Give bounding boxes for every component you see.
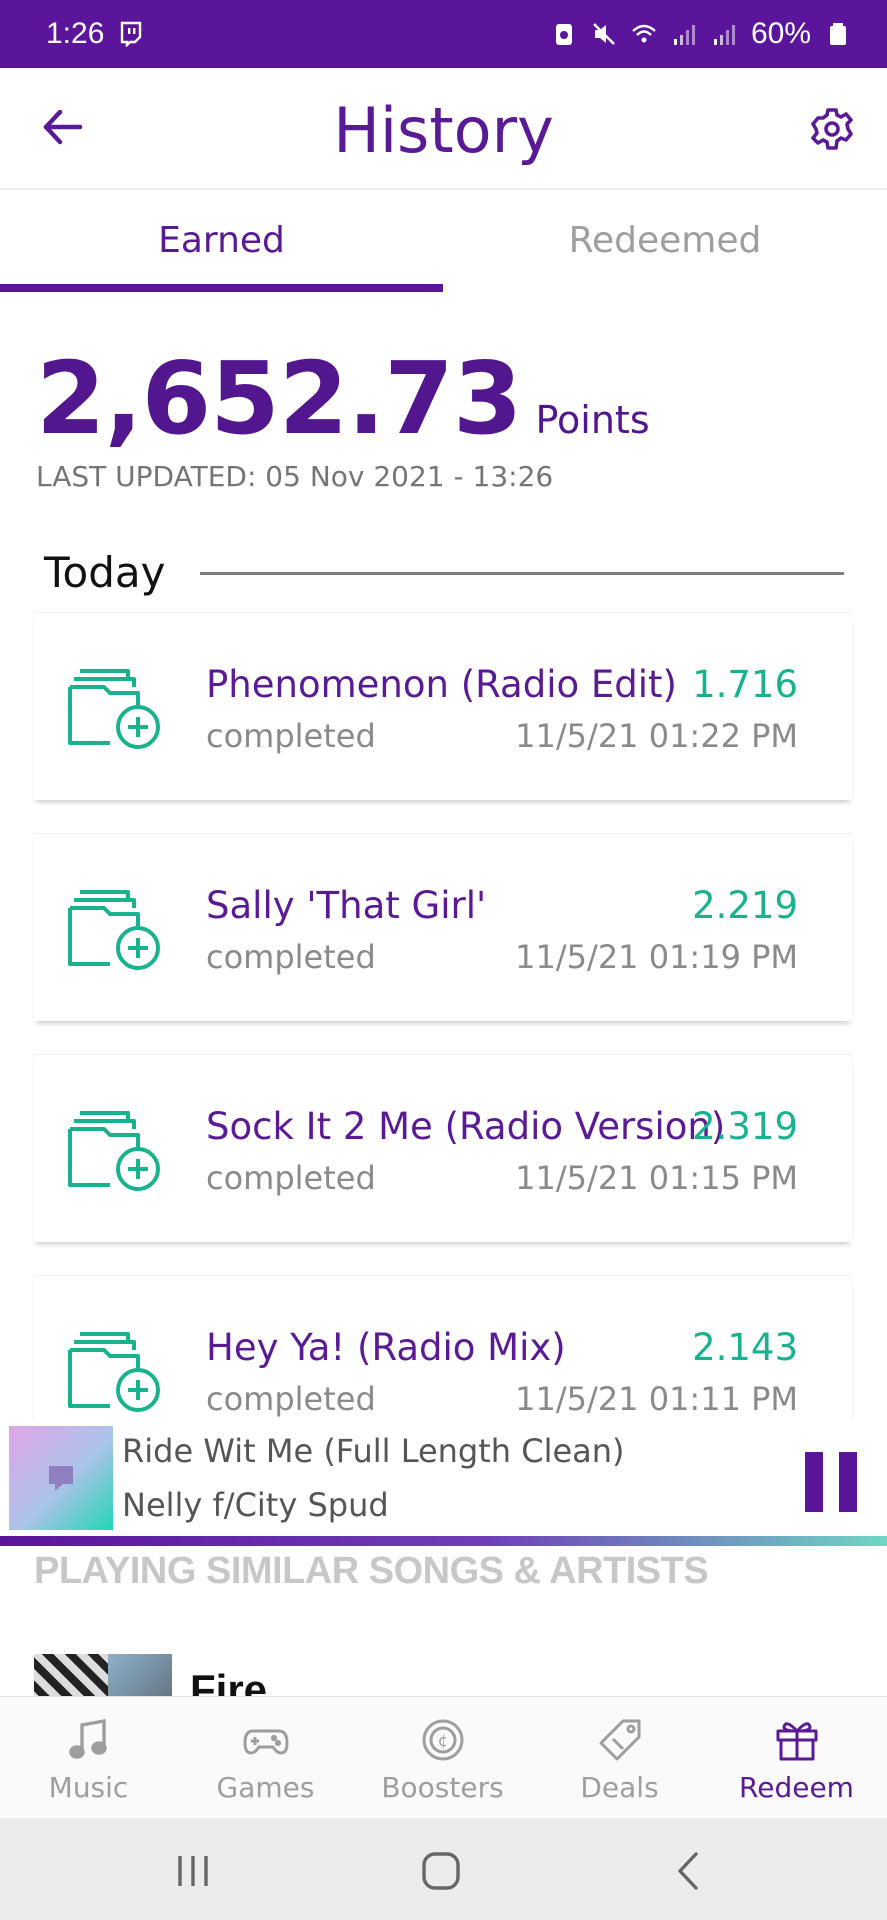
svg-text:¢: ¢: [438, 1731, 448, 1750]
history-item-status: completed: [206, 1380, 376, 1418]
points-total: 2,652.73: [36, 340, 522, 457]
status-bar: 1:26 60%: [0, 0, 887, 68]
similar-song-thumbnail-overlay: [108, 1654, 172, 1696]
tag-icon: [599, 1719, 641, 1761]
add-folder-icon: [68, 1332, 160, 1412]
now-playing-artist: Nelly f/City Spud: [122, 1486, 389, 1524]
add-folder-icon: [68, 890, 160, 970]
gamepad-icon: [243, 1729, 289, 1755]
gear-icon[interactable]: [809, 106, 855, 152]
history-item-points: 2.319: [692, 1105, 798, 1148]
nav-deals[interactable]: Deals: [531, 1697, 708, 1819]
add-folder-icon: [68, 669, 160, 749]
section-divider: [200, 572, 844, 575]
history-item-status: completed: [206, 717, 376, 755]
home-icon[interactable]: [418, 1848, 464, 1894]
status-time: 1:26: [46, 17, 105, 50]
history-item-status: completed: [206, 1159, 376, 1197]
points-unit: Points: [535, 398, 650, 442]
similar-song-title: Fire: [190, 1666, 268, 1696]
last-updated: LAST UPDATED: 05 Nov 2021 - 13:26: [36, 460, 554, 493]
gift-icon: [776, 1722, 818, 1761]
battery-percent: 60%: [750, 17, 811, 50]
nav-games[interactable]: Games: [177, 1697, 354, 1819]
nav-boosters[interactable]: ¢ Boosters: [354, 1697, 531, 1819]
page-title: History: [333, 94, 554, 167]
album-placeholder-icon: [49, 1466, 73, 1491]
history-item-date: 11/5/21 01:22 PM: [515, 717, 798, 755]
nav-label: Redeem: [739, 1771, 854, 1804]
history-item-status: completed: [206, 938, 376, 976]
system-nav-bar: [0, 1818, 887, 1920]
tab-earned[interactable]: Earned: [0, 220, 443, 261]
tab-bar: Earned Redeemed: [0, 190, 887, 294]
history-item-title: Sock It 2 Me (Radio Version): [206, 1105, 726, 1148]
history-item-date: 11/5/21 01:11 PM: [515, 1380, 798, 1418]
mute-icon: [593, 23, 615, 45]
history-item-points: 2.219: [692, 884, 798, 927]
history-item-title: Sally 'That Girl': [206, 884, 487, 927]
nav-label: Music: [48, 1771, 129, 1804]
points-summary: 2,652.73 Points: [36, 340, 650, 457]
album-art: [9, 1426, 113, 1530]
booster-coin-icon: ¢: [422, 1719, 464, 1761]
history-item-title: Phenomenon (Radio Edit): [206, 663, 677, 706]
nav-redeem[interactable]: Redeem: [708, 1697, 885, 1819]
section-heading: Today: [44, 548, 844, 597]
pause-icon[interactable]: [805, 1452, 857, 1512]
twitch-notification-icon: [121, 21, 142, 47]
back-icon[interactable]: [666, 1848, 712, 1894]
nav-label: Boosters: [381, 1771, 504, 1804]
tab-redeemed[interactable]: Redeemed: [443, 220, 887, 261]
status-icons: 60%: [551, 17, 851, 51]
battery-icon: [830, 23, 846, 45]
nav-label: Games: [216, 1771, 315, 1804]
add-folder-icon: [68, 1111, 160, 1191]
nav-label: Deals: [580, 1771, 659, 1804]
history-item-date: 11/5/21 01:19 PM: [515, 938, 798, 976]
playback-progress-bar[interactable]: [0, 1536, 887, 1546]
mini-player[interactable]: Ride Wit Me (Full Length Clean) Nelly f/…: [0, 1420, 887, 1536]
bottom-nav: Music Games ¢ Boosters Deals Redeem: [0, 1696, 887, 1818]
similar-heading: PLAYING SIMILAR SONGS & ARTISTS: [34, 1550, 709, 1592]
app-bar: History: [0, 68, 887, 190]
nav-music[interactable]: Music: [0, 1697, 177, 1819]
now-playing-title: Ride Wit Me (Full Length Clean): [122, 1432, 625, 1470]
wifi-icon: [632, 24, 656, 43]
music-note-icon: [69, 1718, 107, 1759]
history-item-date: 11/5/21 01:15 PM: [515, 1159, 798, 1197]
screen: 1:26 60% History Earned Redeemed 2,652.7…: [0, 0, 887, 1920]
history-item-title: Hey Ya! (Radio Mix): [206, 1326, 566, 1369]
history-item-points: 1.716: [692, 663, 798, 706]
tab-active-indicator: [0, 284, 443, 292]
history-item[interactable]: Sally 'That Girl' 2.219 completed 11/5/2…: [34, 833, 852, 1021]
history-item-points: 2.143: [692, 1326, 798, 1369]
history-item[interactable]: Sock It 2 Me (Radio Version) 2.319 compl…: [34, 1054, 852, 1242]
history-item[interactable]: Phenomenon (Radio Edit) 1.716 completed …: [34, 612, 852, 800]
recent-apps-icon[interactable]: [170, 1848, 216, 1894]
section-label: Today: [44, 548, 166, 597]
data-saver-icon: [555, 24, 572, 45]
similar-song-row[interactable]: Fire: [34, 1650, 854, 1696]
signal-icon-2: [713, 25, 735, 45]
signal-icon: [673, 25, 695, 45]
